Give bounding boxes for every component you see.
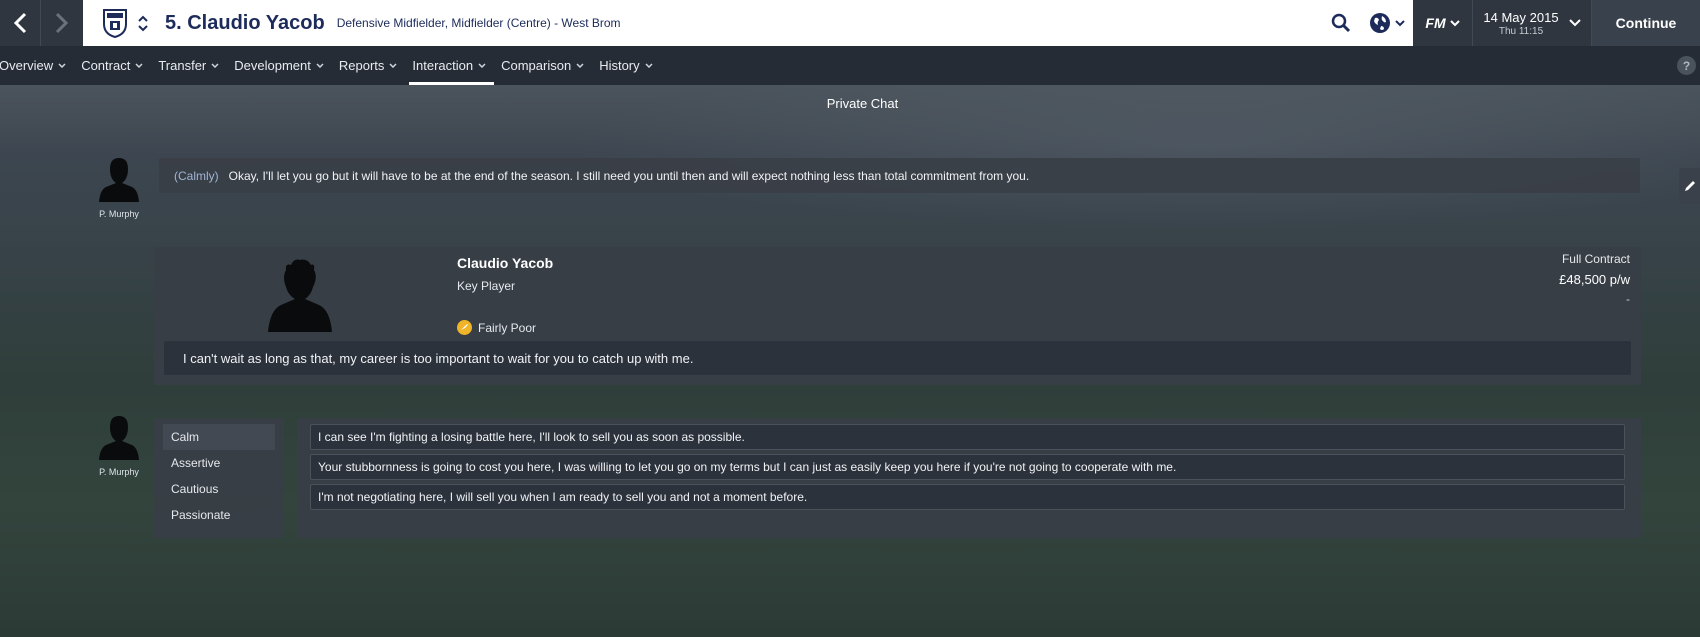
player-reply: I can't wait as long as that, my career … — [164, 341, 1631, 375]
back-button[interactable] — [0, 0, 41, 46]
player-morale: Fairly Poor — [457, 320, 536, 335]
current-date: 14 May 2015 — [1483, 9, 1559, 25]
chevron-down-icon — [1395, 19, 1405, 26]
club-crest-icon — [103, 9, 127, 38]
manager-name: P. Murphy — [99, 467, 139, 477]
manager-silhouette-icon — [99, 416, 139, 460]
tone-calm[interactable]: Calm — [163, 424, 275, 450]
tone-assertive[interactable]: Assertive — [163, 450, 275, 476]
tab-transfer[interactable]: Transfer — [153, 46, 229, 85]
tab-label: History — [599, 58, 640, 73]
contract-extra: - — [1626, 292, 1630, 306]
nav-arrows — [0, 0, 83, 46]
player-position: Defensive Midfielder, Midfielder (Centre… — [336, 16, 621, 30]
contract-info: Full Contract £48,500 p/w - — [1559, 252, 1630, 306]
tone-list: Calm Assertive Cautious Passionate — [154, 418, 284, 538]
tab-development[interactable]: Development — [229, 46, 334, 85]
manager-tone: (Calmly) — [174, 168, 219, 183]
contract-wage: £48,500 p/w — [1559, 272, 1630, 287]
tab-reports[interactable]: Reports — [334, 46, 408, 85]
forward-button[interactable] — [41, 0, 82, 46]
chevron-down-icon — [1568, 19, 1581, 27]
tab-label: Reports — [338, 58, 385, 73]
player-header: 5. Claudio Yacob Defensive Midfielder, M… — [165, 0, 621, 46]
player-switcher[interactable] — [133, 0, 153, 46]
tab-history[interactable]: History — [594, 46, 662, 85]
chevron-down-icon — [135, 63, 143, 68]
date-display[interactable]: 14 May 2015 Thu 11:15 — [1473, 0, 1592, 46]
tab-label: Overview — [0, 58, 54, 73]
chevron-down-icon — [478, 63, 486, 68]
edit-icon — [1684, 181, 1695, 191]
chevron-down-icon — [211, 63, 219, 68]
tab-bar: Overview Contract Transfer Development R… — [0, 46, 1700, 85]
world-menu[interactable] — [1361, 0, 1413, 46]
tone-passionate[interactable]: Passionate — [163, 502, 275, 528]
player-card: Claudio Yacob Key Player Fairly Poor Ful… — [154, 247, 1641, 385]
player-name: Claudio Yacob — [457, 255, 554, 271]
manager-avatar: P. Murphy — [94, 414, 144, 477]
fm-menu[interactable]: FM — [1413, 0, 1473, 46]
search-button[interactable] — [1321, 0, 1361, 46]
contract-type: Full Contract — [1561, 252, 1630, 266]
chevron-down-icon — [1449, 19, 1460, 26]
chevron-down-icon — [645, 63, 653, 68]
response-options: I can see I'm fighting a losing battle h… — [297, 418, 1641, 538]
tab-comparison[interactable]: Comparison — [496, 46, 594, 85]
tab-label: Transfer — [158, 58, 207, 73]
chevron-down-icon — [138, 24, 148, 31]
manager-name: P. Murphy — [99, 209, 139, 219]
tab-label: Contract — [81, 58, 131, 73]
help-icon[interactable]: ? — [1677, 56, 1696, 75]
manager-silhouette-icon — [99, 158, 139, 202]
chevron-down-icon — [576, 63, 584, 68]
date-lines: 14 May 2015 Thu 11:15 — [1483, 10, 1558, 37]
tab-overview[interactable]: Overview — [0, 46, 76, 85]
manager-message: (Calmly) Okay, I'll let you go but it wi… — [159, 158, 1640, 193]
chevron-up-icon — [138, 15, 148, 22]
response-option[interactable]: I'm not negotiating here, I will sell yo… — [310, 484, 1625, 510]
section-title: Private Chat — [826, 96, 899, 111]
player-title: 5. Claudio Yacob — [165, 11, 325, 34]
morale-label: Fairly Poor — [478, 320, 537, 335]
club-crest[interactable] — [97, 0, 133, 46]
chevron-down-icon — [58, 63, 66, 68]
tab-interaction[interactable]: Interaction — [407, 46, 496, 85]
chevron-down-icon — [316, 63, 324, 68]
manager-message-text: Okay, I'll let you go but it will have t… — [228, 168, 1030, 183]
manager-avatar: P. Murphy — [94, 156, 144, 219]
response-option[interactable]: Your stubbornness is going to cost you h… — [310, 454, 1625, 480]
forward-arrow-icon — [55, 12, 68, 34]
morale-icon — [457, 320, 472, 335]
chevron-down-icon — [389, 63, 397, 68]
player-role: Key Player — [457, 279, 516, 293]
back-arrow-icon — [13, 12, 27, 34]
tab-contract[interactable]: Contract — [76, 46, 153, 85]
current-time: Thu 11:15 — [1498, 25, 1544, 37]
tab-label: Development — [234, 58, 311, 73]
top-bar: 5. Claudio Yacob Defensive Midfielder, M… — [0, 0, 1700, 46]
search-icon — [1331, 13, 1351, 33]
tab-label: Interaction — [412, 58, 474, 73]
fm-logo: FM — [1425, 15, 1446, 31]
tab-label: Comparison — [501, 58, 572, 73]
tone-cautious[interactable]: Cautious — [163, 476, 275, 502]
globe-icon — [1370, 13, 1390, 33]
continue-button[interactable]: Continue — [1592, 0, 1700, 46]
response-option[interactable]: I can see I'm fighting a losing battle h… — [310, 424, 1625, 450]
edit-button[interactable] — [1679, 168, 1700, 204]
player-silhouette-icon — [268, 259, 332, 332]
